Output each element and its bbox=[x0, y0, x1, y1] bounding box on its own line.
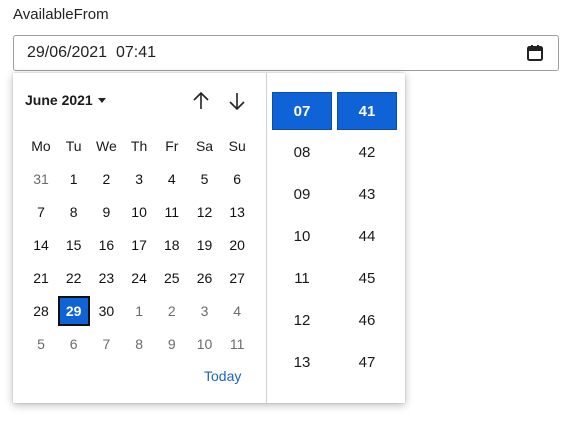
day-cell[interactable]: 2 bbox=[156, 296, 188, 326]
weekday-header: We bbox=[96, 138, 117, 154]
day-cell[interactable]: 10 bbox=[189, 329, 221, 359]
day-cell[interactable]: 3 bbox=[189, 296, 221, 326]
minute-option[interactable]: 43 bbox=[337, 176, 397, 214]
day-cell[interactable]: 3 bbox=[123, 164, 155, 194]
hour-option[interactable]: 12 bbox=[272, 302, 332, 340]
day-cell[interactable]: 27 bbox=[221, 263, 253, 293]
datetime-input[interactable]: 29/06/2021 07:41 bbox=[13, 35, 559, 71]
day-cell[interactable]: 6 bbox=[58, 329, 90, 359]
day-cell[interactable]: 26 bbox=[189, 263, 221, 293]
day-cell[interactable]: 17 bbox=[123, 230, 155, 260]
day-cell[interactable]: 25 bbox=[156, 263, 188, 293]
minute-option[interactable]: 47 bbox=[337, 344, 397, 382]
day-cell[interactable]: 22 bbox=[58, 263, 90, 293]
day-cell[interactable]: 7 bbox=[25, 197, 57, 227]
day-cell[interactable]: 6 bbox=[221, 164, 253, 194]
day-cell-selected[interactable]: 29 bbox=[57, 296, 90, 326]
minute-option[interactable]: 46 bbox=[337, 302, 397, 340]
day-cell[interactable]: 10 bbox=[123, 197, 155, 227]
day-cell[interactable]: 12 bbox=[189, 197, 221, 227]
day-cell[interactable]: 28 bbox=[25, 296, 57, 326]
hour-option[interactable]: 09 bbox=[272, 176, 332, 214]
day-cell[interactable]: 1 bbox=[58, 164, 90, 194]
weekday-header: Su bbox=[228, 138, 246, 154]
datetime-picker-popup: June 2021 Mo Tu We Th Fr Sa Su 31 1 2 3 4 5 6 7 8 9 10 11 1… bbox=[13, 73, 405, 403]
day-cell[interactable]: 4 bbox=[221, 296, 253, 326]
weekday-header: Fr bbox=[165, 138, 179, 154]
day-cell[interactable]: 13 bbox=[221, 197, 253, 227]
day-cell[interactable]: 16 bbox=[90, 230, 122, 260]
day-cell[interactable]: 7 bbox=[90, 329, 122, 359]
minute-option[interactable]: 42 bbox=[337, 134, 397, 172]
hour-option[interactable]: 13 bbox=[272, 344, 332, 382]
day-cell[interactable]: 15 bbox=[58, 230, 90, 260]
day-cell[interactable]: 19 bbox=[189, 230, 221, 260]
today-button[interactable]: Today bbox=[204, 368, 241, 384]
weekday-header: Mo bbox=[31, 138, 51, 154]
weekday-header: Tu bbox=[65, 138, 82, 154]
day-cell[interactable]: 5 bbox=[25, 329, 57, 359]
arrow-up-icon[interactable] bbox=[190, 90, 212, 112]
day-cell[interactable]: 9 bbox=[156, 329, 188, 359]
field-label: AvailableFrom bbox=[13, 6, 109, 23]
day-cell[interactable]: 9 bbox=[90, 197, 122, 227]
day-cell[interactable]: 5 bbox=[189, 164, 221, 194]
day-cell[interactable]: 20 bbox=[221, 230, 253, 260]
minute-option[interactable]: 45 bbox=[337, 260, 397, 298]
weekday-header: Sa bbox=[195, 138, 214, 154]
month-year-dropdown[interactable]: June 2021 bbox=[25, 92, 106, 108]
day-cell[interactable]: 8 bbox=[58, 197, 90, 227]
hour-option-selected[interactable]: 07 bbox=[272, 92, 332, 130]
day-cell[interactable]: 21 bbox=[25, 263, 57, 293]
day-cell[interactable]: 1 bbox=[123, 296, 155, 326]
day-cell[interactable]: 23 bbox=[90, 263, 122, 293]
divider bbox=[266, 73, 267, 403]
datetime-value[interactable]: 29/06/2021 07:41 bbox=[27, 44, 156, 62]
day-cell[interactable]: 4 bbox=[156, 164, 188, 194]
hour-option[interactable]: 08 bbox=[272, 134, 332, 172]
day-cell[interactable]: 8 bbox=[123, 329, 155, 359]
day-cell[interactable]: 14 bbox=[25, 230, 57, 260]
day-cell[interactable]: 18 bbox=[156, 230, 188, 260]
weekday-header: Th bbox=[130, 138, 148, 154]
month-year-label: June 2021 bbox=[25, 92, 93, 108]
minute-option-selected[interactable]: 41 bbox=[337, 92, 397, 130]
arrow-down-icon[interactable] bbox=[226, 90, 248, 112]
hour-option[interactable]: 11 bbox=[272, 260, 332, 298]
hour-option[interactable]: 10 bbox=[272, 218, 332, 256]
day-cell[interactable]: 11 bbox=[156, 197, 188, 227]
day-cell[interactable]: 2 bbox=[90, 164, 122, 194]
day-cell[interactable]: 30 bbox=[90, 296, 122, 326]
caret-down-icon bbox=[97, 98, 106, 103]
calendar-icon[interactable] bbox=[526, 44, 544, 62]
minute-option[interactable]: 44 bbox=[337, 218, 397, 256]
day-cell[interactable]: 31 bbox=[25, 164, 57, 194]
day-cell[interactable]: 24 bbox=[123, 263, 155, 293]
day-cell[interactable]: 11 bbox=[221, 329, 253, 359]
